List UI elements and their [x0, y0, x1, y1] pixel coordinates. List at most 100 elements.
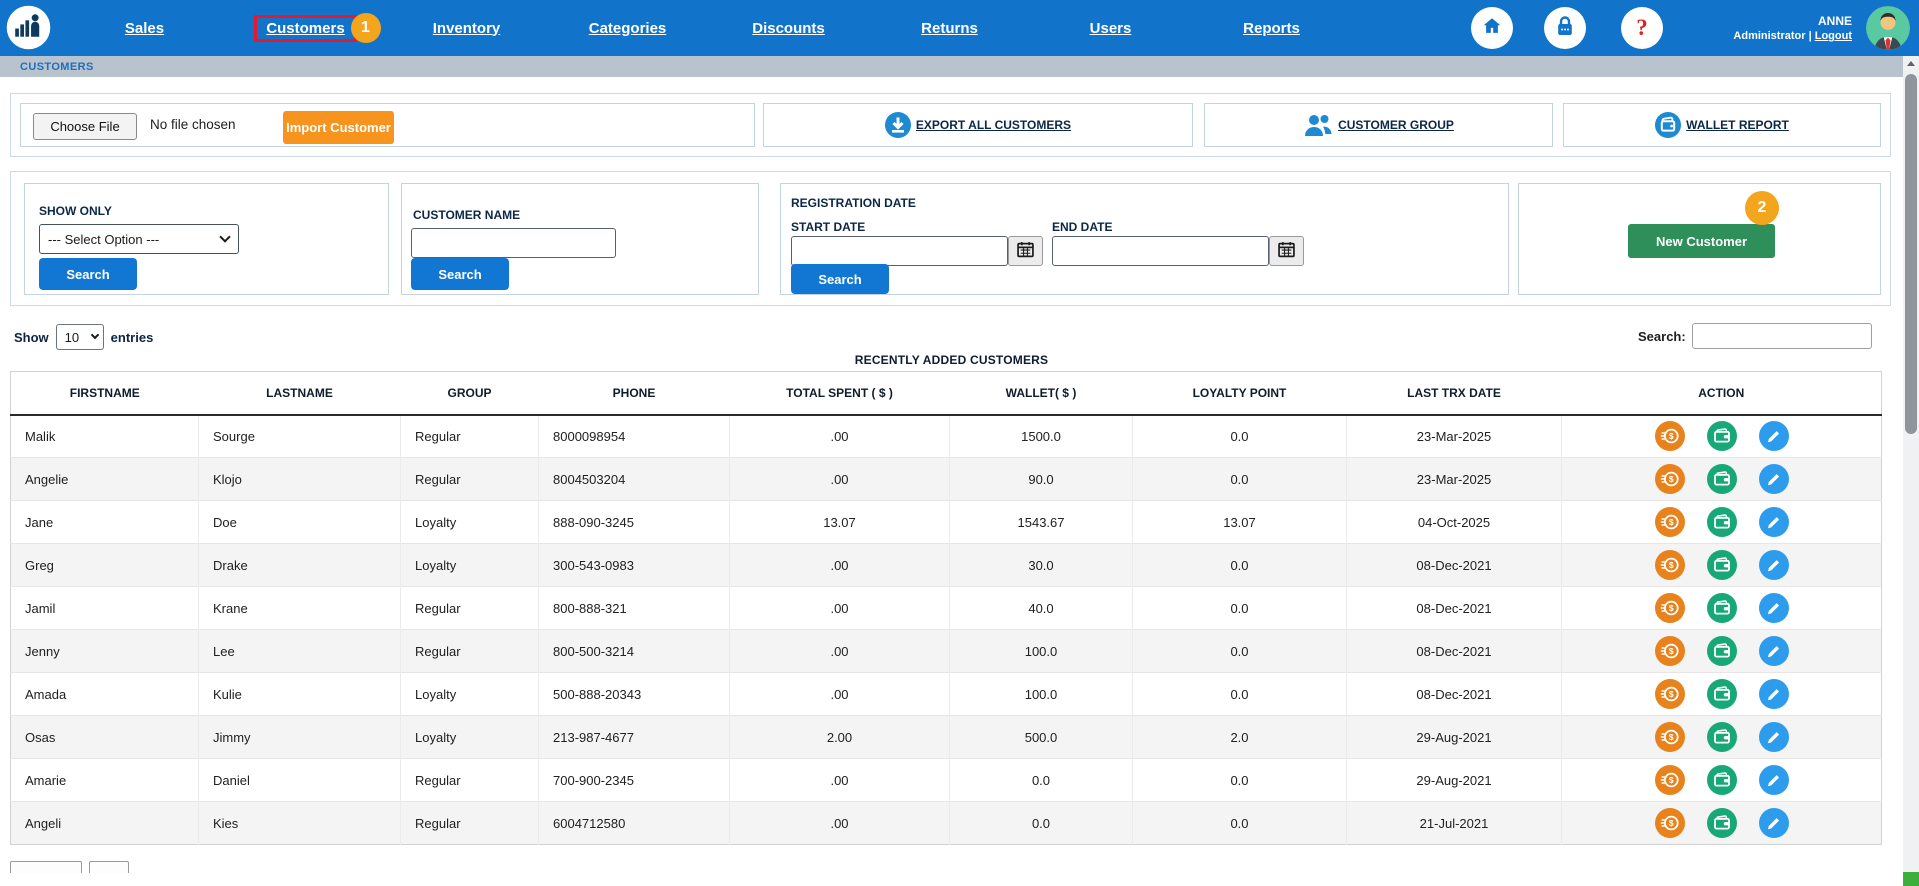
top-navbar: SalesCustomers1InventoryCategoriesDiscou… — [0, 0, 1919, 56]
cell-firstname: Jenny — [11, 630, 199, 673]
help-button[interactable]: ? — [1621, 7, 1663, 49]
logout-link[interactable]: Logout — [1815, 30, 1852, 42]
scrollbar-thumb[interactable] — [1905, 74, 1917, 434]
end-date-calendar-button[interactable] — [1269, 236, 1304, 266]
lock-button[interactable] — [1544, 7, 1586, 49]
action-edit-pencil-button[interactable] — [1759, 765, 1789, 795]
action-wallet-button[interactable] — [1707, 679, 1737, 709]
col-header-phone: PHONE — [539, 372, 730, 415]
action-loyalty-coin-button[interactable]: $ — [1655, 722, 1685, 752]
cell-lastname: Kulie — [199, 673, 401, 716]
nav-item-discounts[interactable]: Discounts — [708, 0, 869, 56]
action-wallet-button[interactable] — [1707, 808, 1737, 838]
customer-name-label: CUSTOMER NAME — [413, 208, 520, 222]
pagination-page-button[interactable] — [89, 861, 129, 873]
action-edit-pencil-button[interactable] — [1759, 679, 1789, 709]
file-status-text: No file chosen — [150, 117, 236, 132]
end-date-input[interactable] — [1052, 236, 1269, 266]
action-wallet-button[interactable] — [1707, 636, 1737, 666]
action-edit-pencil-button[interactable] — [1759, 593, 1789, 623]
nav-item-users[interactable]: Users — [1030, 0, 1191, 56]
customer-name-input[interactable] — [411, 228, 616, 258]
user-avatar[interactable] — [1866, 6, 1910, 50]
cell-phone: 6004712580 — [539, 802, 730, 845]
cell-action: $ — [1562, 759, 1882, 802]
scrollbar-up-arrow[interactable] — [1903, 56, 1919, 71]
new-customer-button[interactable]: New Customer — [1628, 224, 1775, 258]
show-only-select[interactable]: --- Select Option --- — [39, 224, 239, 254]
action-loyalty-coin-button[interactable]: $ — [1655, 765, 1685, 795]
page-size-control: Show 10 entries — [14, 324, 153, 350]
action-loyalty-coin-button[interactable]: $ — [1655, 550, 1685, 580]
action-loyalty-coin-button[interactable]: $ — [1655, 593, 1685, 623]
nav-item-reports[interactable]: Reports — [1191, 0, 1352, 56]
show-label: Show — [14, 330, 49, 345]
action-wallet-button[interactable] — [1707, 593, 1737, 623]
cell-firstname: Amada — [11, 673, 199, 716]
action-wallet-button[interactable] — [1707, 464, 1737, 494]
wallet-report-link[interactable]: WALLET REPORT — [1563, 103, 1881, 147]
nav-item-returns[interactable]: Returns — [869, 0, 1030, 56]
action-edit-pencil-button[interactable] — [1759, 550, 1789, 580]
cell-firstname: Angelie — [11, 458, 199, 501]
registration-search-button[interactable]: Search — [791, 264, 889, 294]
action-loyalty-coin-button[interactable]: $ — [1655, 507, 1685, 537]
loyalty-coin-icon: $ — [1660, 512, 1680, 532]
cell-group: Regular — [401, 630, 539, 673]
scroll-corner-widget[interactable] — [1903, 872, 1919, 886]
show-only-search-button[interactable]: Search — [39, 258, 137, 290]
start-date-input[interactable] — [791, 236, 1008, 266]
calendar-icon — [1017, 241, 1034, 261]
cell-lastname: Klojo — [199, 458, 401, 501]
cell-lastname: Doe — [199, 501, 401, 544]
pagination-previous-button[interactable] — [10, 861, 82, 873]
action-wallet-button[interactable] — [1707, 507, 1737, 537]
action-edit-pencil-button[interactable] — [1759, 421, 1789, 451]
action-loyalty-coin-button[interactable]: $ — [1655, 808, 1685, 838]
action-loyalty-coin-button[interactable]: $ — [1655, 636, 1685, 666]
svg-text:$: $ — [1668, 431, 1673, 441]
action-wallet-button[interactable] — [1707, 550, 1737, 580]
action-edit-pencil-button[interactable] — [1759, 722, 1789, 752]
cell-total_spent: .00 — [730, 802, 950, 845]
nav-item-label: Returns — [921, 20, 978, 37]
import-customer-button[interactable]: Import Customer — [283, 111, 394, 144]
vertical-scrollbar[interactable] — [1903, 56, 1919, 886]
cell-loyalty_point: 0.0 — [1133, 802, 1347, 845]
app-logo[interactable] — [6, 5, 51, 50]
action-wallet-button[interactable] — [1707, 765, 1737, 795]
action-edit-pencil-button[interactable] — [1759, 507, 1789, 537]
action-wallet-button[interactable] — [1707, 722, 1737, 752]
nav-item-customers[interactable]: Customers1 — [225, 0, 386, 56]
nav-item-sales[interactable]: Sales — [64, 0, 225, 56]
edit-pencil-icon — [1765, 685, 1783, 703]
choose-file-button[interactable]: Choose File — [33, 113, 137, 140]
export-all-customers-link[interactable]: EXPORT ALL CUSTOMERS — [763, 103, 1193, 147]
action-edit-pencil-button[interactable] — [1759, 636, 1789, 666]
cell-action: $ — [1562, 458, 1882, 501]
page-size-select[interactable]: 10 — [56, 324, 104, 350]
customer-group-link[interactable]: CUSTOMER GROUP — [1204, 103, 1553, 147]
user-block: ANNE Administrator | Logout — [1733, 13, 1852, 44]
action-wallet-button[interactable] — [1707, 421, 1737, 451]
start-date-calendar-button[interactable] — [1008, 236, 1043, 266]
action-edit-pencil-button[interactable] — [1759, 808, 1789, 838]
cell-action: $ — [1562, 501, 1882, 544]
home-button[interactable] — [1471, 7, 1513, 49]
action-edit-pencil-button[interactable] — [1759, 464, 1789, 494]
cell-firstname: Greg — [11, 544, 199, 587]
nav-item-categories[interactable]: Categories — [547, 0, 708, 56]
action-loyalty-coin-button[interactable]: $ — [1655, 679, 1685, 709]
table-search-input[interactable] — [1692, 323, 1872, 349]
nav-item-inventory[interactable]: Inventory — [386, 0, 547, 56]
edit-pencil-icon — [1765, 728, 1783, 746]
cell-wallet: 100.0 — [950, 673, 1133, 716]
edit-pencil-icon — [1765, 642, 1783, 660]
table-row: JaneDoeLoyalty888-090-324513.071543.6713… — [11, 501, 1882, 544]
action-loyalty-coin-button[interactable]: $ — [1655, 464, 1685, 494]
customer-name-search-button[interactable]: Search — [411, 258, 509, 290]
cell-total_spent: .00 — [730, 759, 950, 802]
cell-last_trx_date: 21-Jul-2021 — [1347, 802, 1562, 845]
action-loyalty-coin-button[interactable]: $ — [1655, 421, 1685, 451]
cell-group: Loyalty — [401, 716, 539, 759]
